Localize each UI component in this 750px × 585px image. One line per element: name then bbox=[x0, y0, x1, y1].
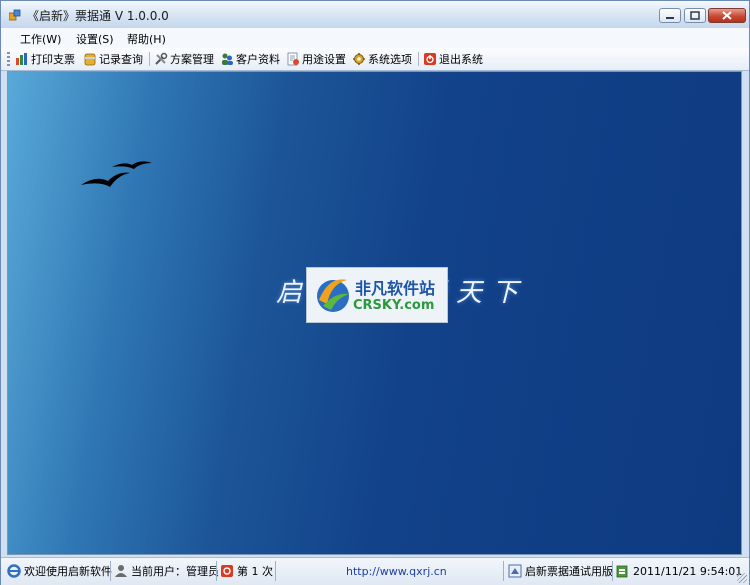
record-query-label: 记录查询 bbox=[99, 53, 143, 66]
menu-help[interactable]: 帮助(H) bbox=[127, 31, 166, 47]
plan-management-button[interactable]: 方案管理 bbox=[154, 50, 214, 68]
watermark-cn: 非凡软件站 bbox=[355, 279, 436, 298]
exit-system-button[interactable]: 退出系统 bbox=[423, 50, 483, 68]
user-icon bbox=[115, 565, 127, 577]
toolbar-separator bbox=[418, 52, 419, 66]
maximize-button[interactable] bbox=[684, 8, 706, 23]
toolbar-separator bbox=[149, 52, 150, 66]
menu-settings[interactable]: 设置(S) bbox=[76, 31, 114, 47]
purpose-settings-button[interactable]: 用途设置 bbox=[286, 50, 346, 68]
close-icon bbox=[722, 11, 732, 20]
maximize-icon bbox=[690, 11, 700, 20]
status-url[interactable]: http://www.qxrj.cn bbox=[346, 562, 447, 580]
record-query-button[interactable]: 记录查询 bbox=[83, 50, 143, 68]
main-workspace: 启新票据通天下 非凡软件站 CRSKY.com bbox=[7, 71, 742, 555]
status-separator bbox=[110, 561, 111, 581]
status-separator bbox=[612, 561, 613, 581]
title-bar[interactable]: 《启新》票据通 V 1.0.0.0 bbox=[1, 1, 749, 28]
website-link[interactable]: http://www.qxrj.cn bbox=[346, 565, 447, 578]
document-settings-icon bbox=[287, 52, 299, 66]
status-separator bbox=[275, 561, 276, 581]
counter-icon bbox=[221, 565, 233, 577]
window-title: 《启新》票据通 V 1.0.0.0 bbox=[27, 9, 169, 23]
tools-icon bbox=[155, 52, 168, 65]
welcome-text: 欢迎使用启新软件 bbox=[24, 565, 112, 578]
app-icon[interactable] bbox=[9, 9, 21, 21]
crsky-logo-icon bbox=[317, 279, 349, 312]
app-window: 《启新》票据通 V 1.0.0.0 工作(W) 设置(S) 帮助(H) 打印支票 bbox=[0, 0, 750, 585]
bar-chart-icon bbox=[16, 53, 27, 65]
edition-icon bbox=[508, 564, 522, 578]
birds-icon bbox=[81, 161, 152, 187]
system-options-button[interactable]: 系统选项 bbox=[352, 50, 412, 68]
customer-info-label: 客户资料 bbox=[236, 53, 280, 66]
watermark-en: CRSKY.com bbox=[353, 298, 435, 313]
status-separator bbox=[216, 561, 217, 581]
print-check-label: 打印支票 bbox=[31, 53, 75, 66]
gear-icon bbox=[353, 53, 365, 65]
minimize-button[interactable] bbox=[659, 8, 681, 23]
system-options-label: 系统选项 bbox=[368, 53, 412, 66]
status-separator bbox=[503, 561, 504, 581]
customers-icon bbox=[222, 53, 233, 65]
power-icon bbox=[424, 53, 436, 65]
edition-text: 启新票据通试用版 bbox=[525, 565, 613, 578]
database-icon bbox=[84, 53, 96, 66]
status-bar: 欢迎使用启新软件 当前用户：管理员 第 1 次 http://www.qxrj.… bbox=[1, 557, 749, 585]
customer-info-button[interactable]: 客户资料 bbox=[220, 50, 280, 68]
status-edition: 启新票据通试用版 bbox=[508, 562, 613, 580]
plan-management-label: 方案管理 bbox=[170, 53, 214, 66]
clock-calendar-icon bbox=[616, 565, 628, 578]
toolbar-grip[interactable] bbox=[7, 52, 10, 66]
exit-system-label: 退出系统 bbox=[439, 53, 483, 66]
status-datetime: 2011/11/21 9:54:01 bbox=[616, 562, 742, 580]
menu-work[interactable]: 工作(W) bbox=[20, 31, 61, 47]
user-text: 当前用户：管理员 bbox=[131, 565, 219, 578]
resize-grip[interactable] bbox=[737, 573, 747, 583]
status-user: 当前用户：管理员 bbox=[114, 562, 219, 580]
status-welcome: 欢迎使用启新软件 bbox=[7, 562, 112, 580]
minimize-icon bbox=[666, 17, 674, 19]
status-count: 第 1 次 bbox=[220, 562, 273, 580]
menu-bar: 工作(W) 设置(S) 帮助(H) bbox=[1, 28, 749, 49]
watermark-logo: 非凡软件站 CRSKY.com bbox=[306, 267, 448, 323]
ie-icon bbox=[7, 564, 21, 578]
toolbar: 打印支票 记录查询 方案管理 客户资料 用途设置 系统选项 退出系统 bbox=[1, 48, 749, 71]
count-text: 第 1 次 bbox=[237, 565, 273, 578]
close-button[interactable] bbox=[708, 8, 746, 23]
print-check-button[interactable]: 打印支票 bbox=[15, 50, 75, 68]
datetime-text: 2011/11/21 9:54:01 bbox=[633, 564, 743, 578]
purpose-settings-label: 用途设置 bbox=[302, 53, 346, 66]
